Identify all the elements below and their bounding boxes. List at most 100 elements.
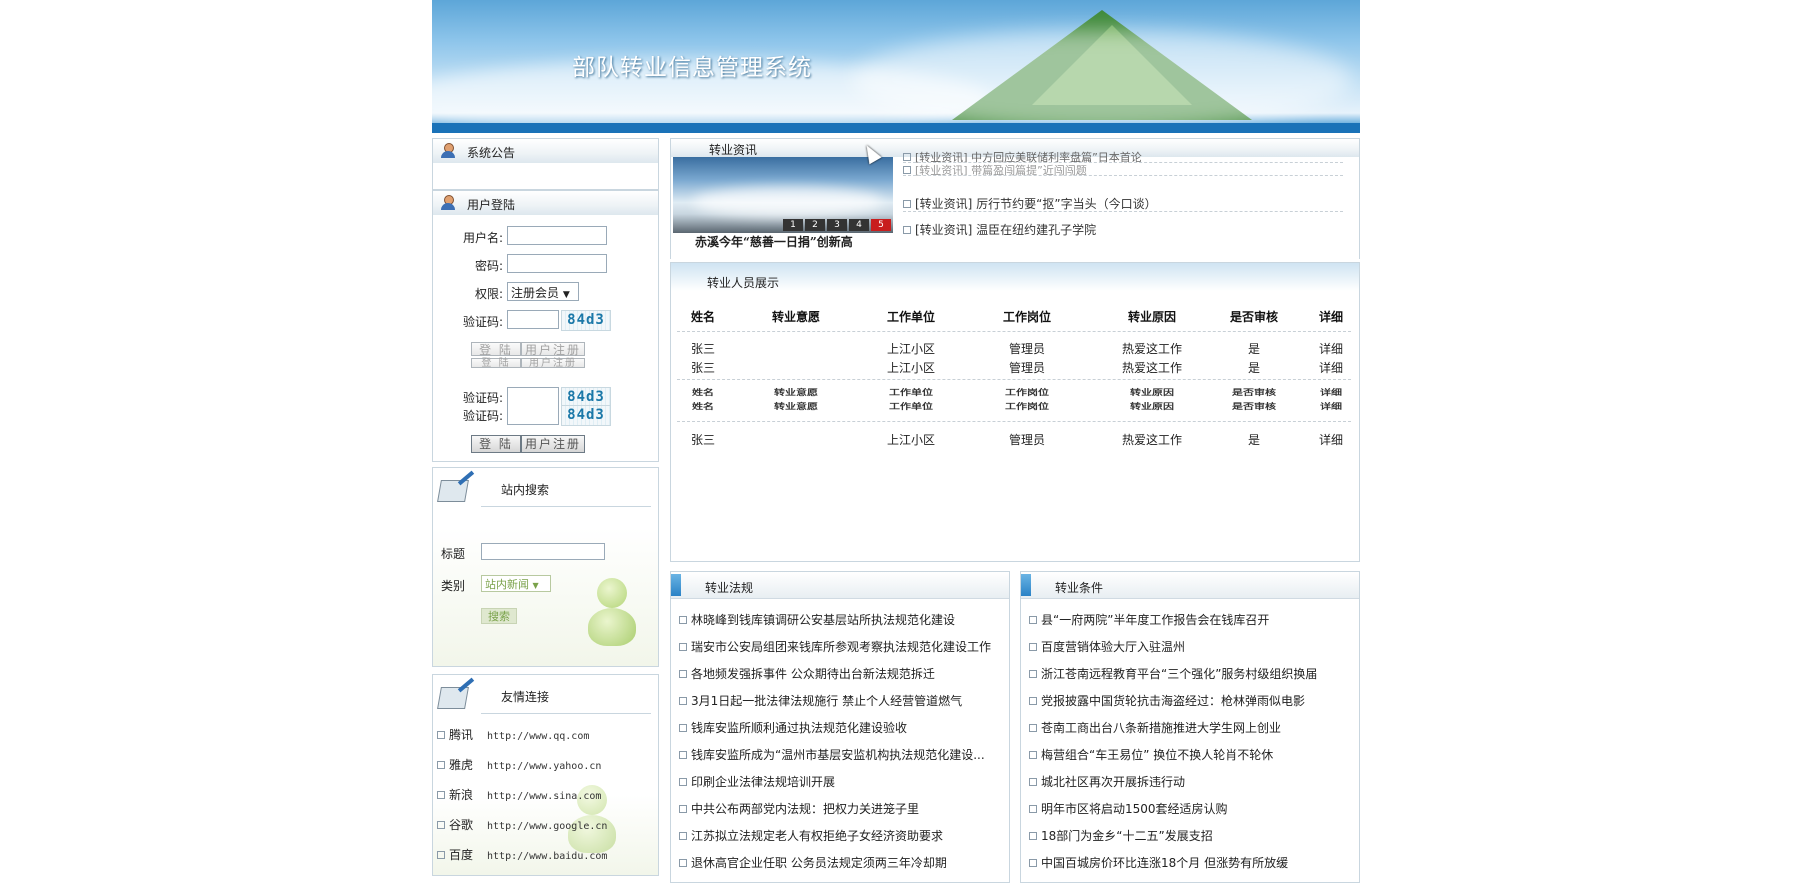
list-item-text: 明年市区将启动1500套经适房认购	[1041, 802, 1228, 816]
conditions-header: 转业条件	[1021, 572, 1359, 599]
link-url[interactable]: http://www.qq.com	[487, 731, 589, 742]
role-select[interactable]: 注册会员 ▼	[507, 282, 579, 301]
search-divider	[481, 506, 651, 507]
cell-name: 张三	[690, 342, 715, 356]
category-select[interactable]: 站内新闻 ▼	[481, 575, 551, 592]
category-label: 类别	[441, 579, 466, 593]
slide-page-1[interactable]: 1	[783, 219, 803, 231]
list-item[interactable]: 百度营销体验大厅入驻温州	[1029, 638, 1185, 655]
list-item[interactable]: 浙江苍南远程教育平台“三个强化”服务村级组织换届	[1029, 665, 1317, 682]
link-url[interactable]: http://www.sina.com	[487, 791, 601, 802]
list-item[interactable]: 苍南工商出台八条新措施推进大学生网上创业	[1029, 719, 1281, 736]
search-title-input[interactable]	[481, 543, 605, 560]
captcha-label: 验证码:	[462, 391, 503, 405]
bullet-icon	[1029, 831, 1037, 840]
cell-position: 管理员	[1008, 433, 1045, 447]
login-button[interactable]: 登 陆	[471, 435, 521, 453]
username-input[interactable]	[507, 226, 607, 245]
list-item[interactable]: 党报披露中国货轮抗击海盗经过：枪林弹雨似电影	[1029, 692, 1305, 709]
slide-page-5[interactable]: 5	[871, 219, 891, 231]
news-item[interactable]: [转业资讯] 温臣在纽约建孔子学院	[903, 221, 1096, 238]
personnel-title: 转业人员展示	[707, 276, 780, 290]
category-value: 站内新闻	[485, 578, 529, 591]
slide-page-4[interactable]: 4	[849, 219, 869, 231]
link-url[interactable]: http://www.baidu.com	[487, 851, 607, 862]
links-panel: 友情连接 腾讯 http://www.qq.com 雅虎 http://www.ya…	[432, 674, 659, 876]
list-item[interactable]: 钱库安监所顺利通过执法规范化建设验收	[679, 719, 907, 736]
bullet-icon	[1029, 858, 1037, 867]
news-slideshow[interactable]: 1 2 3 4 5	[673, 157, 893, 233]
slide-caption[interactable]: 赤溪今年“慈善一日捐”创新高	[695, 233, 853, 250]
list-item[interactable]: 钱库安监所成为“温州市基层安监机构执法规范化建设...	[679, 746, 985, 763]
link-item[interactable]: 谷歌 http://www.google.cn	[437, 816, 607, 833]
detail-link[interactable]: 详细	[1311, 359, 1351, 376]
list-item[interactable]: 3月1日起一批法律法规施行 禁止个人经营管道燃气	[679, 692, 962, 709]
list-item-text: 钱库安监所成为“温州市基层安监机构执法规范化建设...	[691, 748, 985, 762]
list-item-text: 县“一府两院”半年度工作报告会在钱库召开	[1041, 613, 1270, 627]
list-item[interactable]: 18部门为金乡“十二五”发展支招	[1029, 827, 1213, 844]
laws-panel: 转业法规 林晓峰到钱库镇调研公安基层站所执法规范化建设 瑞安市公安局组团来钱库所…	[670, 571, 1010, 883]
bullet-icon	[437, 760, 445, 769]
list-item-text: 各地频发强拆事件 公众期待出台新法规范拆迁	[691, 667, 935, 681]
bullet-icon	[1029, 696, 1037, 705]
list-item[interactable]: 城北社区再次开展拆违行动	[1029, 773, 1185, 790]
user-icon	[441, 195, 455, 210]
bullet-icon	[903, 225, 911, 234]
detail-link[interactable]: 详细	[1311, 431, 1351, 448]
register-button[interactable]: 用户注册	[521, 435, 585, 453]
divider	[677, 421, 1351, 422]
login-panel: 用户登陆 用户名: 密码: 权限: 注册会员 ▼ 验证码: 84d3 登 陆 用…	[432, 190, 659, 462]
link-item[interactable]: 新浪 http://www.sina.com	[437, 786, 601, 803]
col-header-position: 工作岗位	[1005, 401, 1049, 411]
detail-link[interactable]: 详细	[1311, 340, 1351, 357]
link-item[interactable]: 雅虎 http://www.yahoo.cn	[437, 756, 601, 773]
login-title: 用户登陆	[467, 198, 516, 212]
list-item-text: 中共公布两部党内法规：把权力关进笼子里	[691, 802, 920, 816]
list-item[interactable]: 中共公布两部党内法规：把权力关进笼子里	[679, 800, 919, 817]
bullet-icon	[903, 153, 911, 161]
link-url[interactable]: http://www.yahoo.cn	[487, 761, 601, 772]
list-item[interactable]: 江苏拟立法规定老人有权拒绝子女经济资助要求	[679, 827, 943, 844]
col-header-reason: 转业原因	[1130, 401, 1174, 411]
personnel-panel: 转业人员展示 姓名 转业意愿 工作单位 工作岗位 转业原因 是否审核 详细 张三…	[670, 262, 1360, 562]
captcha-image[interactable]: 84d3	[561, 310, 611, 331]
captcha-input[interactable]	[507, 387, 559, 425]
search-panel: 站内搜索 标题 类别 站内新闻 ▼ 搜索	[432, 467, 659, 667]
cell-reviewed: 是	[1247, 433, 1260, 447]
conditions-title: 转业条件	[1055, 581, 1104, 595]
password-input[interactable]	[507, 254, 607, 273]
list-item[interactable]: 瑞安市公安局组团来钱库所参观考察执法规范化建设工作	[679, 638, 991, 655]
login-button-ghost: 登 陆	[471, 342, 521, 357]
list-item[interactable]: 明年市区将启动1500套经适房认购	[1029, 800, 1228, 817]
bullet-icon	[437, 730, 445, 739]
list-item[interactable]: 印刷企业法律法规培训开展	[679, 773, 835, 790]
col-header-unit: 工作单位	[889, 387, 933, 397]
slide-page-2[interactable]: 2	[805, 219, 825, 231]
list-item[interactable]: 县“一府两院”半年度工作报告会在钱库召开	[1029, 611, 1269, 628]
captcha-input[interactable]	[507, 310, 559, 329]
news-item[interactable]: [转业资讯] 厉行节约要“抠”字当头（今口谈）	[903, 195, 1157, 212]
col-header-intention: 转业意愿	[774, 387, 818, 397]
slide-page-3[interactable]: 3	[827, 219, 847, 231]
list-item-text: 浙江苍南远程教育平台“三个强化”服务村级组织换届	[1041, 667, 1318, 681]
list-item[interactable]: 各地频发强拆事件 公众期待出台新法规范拆迁	[679, 665, 935, 682]
link-item[interactable]: 百度 http://www.baidu.com	[437, 846, 607, 863]
bullet-icon	[679, 642, 687, 651]
link-url[interactable]: http://www.google.cn	[487, 821, 607, 832]
link-name: 腾讯	[449, 728, 474, 742]
list-item[interactable]: 梅营组合“车王易位” 换位不换人轮肖不轮休	[1029, 746, 1273, 763]
list-item[interactable]: 中国百城房价环比连涨18个月 但涨势有所放缓	[1029, 854, 1288, 871]
list-item-text: 百度营销体验大厅入驻温州	[1041, 640, 1186, 654]
announcement-header: 系统公告	[433, 139, 658, 163]
cell-unit: 上江小区	[886, 433, 935, 447]
search-button[interactable]: 搜索	[481, 608, 517, 624]
banner-bar	[432, 123, 1360, 133]
list-item[interactable]: 林晓峰到钱库镇调研公安基层站所执法规范化建设	[679, 611, 955, 628]
list-item-text: 瑞安市公安局组团来钱库所参观考察执法规范化建设工作	[691, 640, 992, 654]
link-item[interactable]: 腾讯 http://www.qq.com	[437, 726, 589, 743]
list-item[interactable]: 退休高官企业任职 公务员法规定须两三年冷却期	[679, 854, 947, 871]
list-item-text: 钱库安监所顺利通过执法规范化建设验收	[691, 721, 908, 735]
captcha-image: 84d3	[561, 405, 611, 426]
cell-reviewed: 是	[1247, 342, 1260, 356]
list-item-text: 印刷企业法律法规培训开展	[691, 775, 836, 789]
